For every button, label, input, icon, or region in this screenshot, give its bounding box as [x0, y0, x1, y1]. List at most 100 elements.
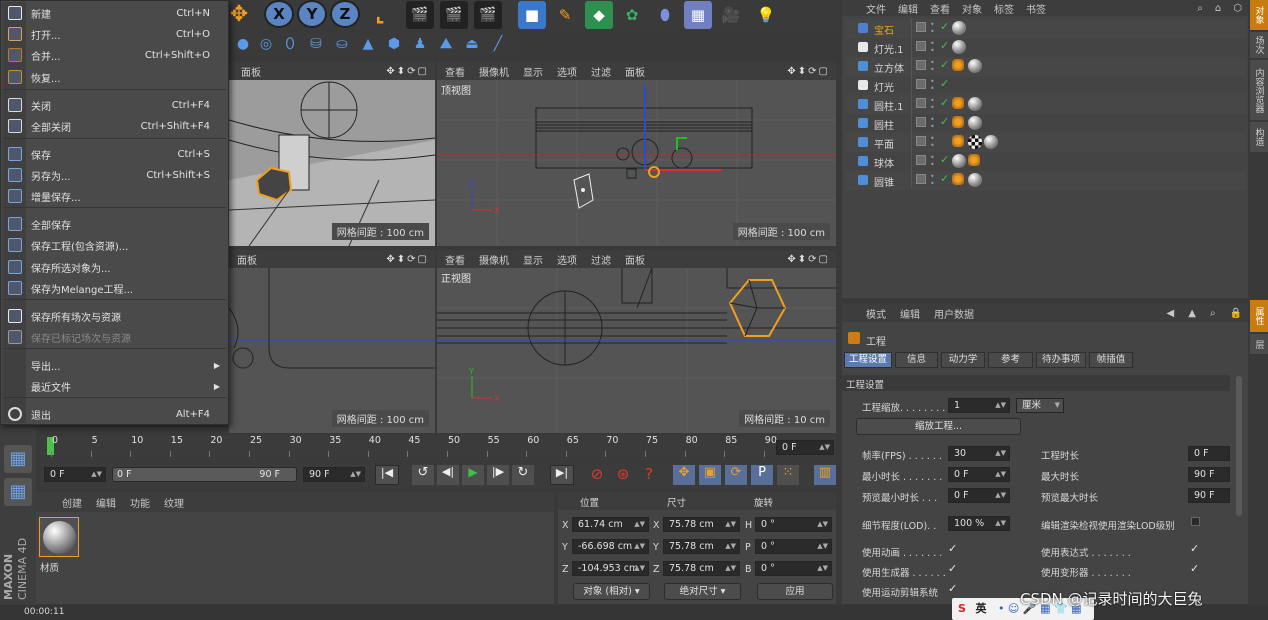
- menu-function[interactable]: 功能: [130, 495, 150, 510]
- size-mode-select[interactable]: 绝对尺寸 ▾: [664, 583, 741, 600]
- layer-toggle[interactable]: [916, 155, 926, 165]
- tab-layers[interactable]: 层: [1250, 334, 1268, 354]
- tab-info[interactable]: 信息: [895, 352, 938, 368]
- visibility-dots[interactable]: • •: [930, 135, 935, 150]
- tag-icon[interactable]: [952, 21, 966, 35]
- render-lod-checkbox[interactable]: [1191, 517, 1200, 526]
- visibility-dots[interactable]: • •: [930, 78, 935, 93]
- keyframe-help-icon[interactable]: ?: [638, 465, 660, 485]
- tab-dynamics[interactable]: 动力学: [941, 352, 985, 368]
- attribute-scrollbar[interactable]: [1236, 376, 1242, 516]
- key-rotate-icon[interactable]: ⟳: [725, 465, 747, 485]
- home-icon[interactable]: ⌂: [1215, 3, 1221, 14]
- display-menu[interactable]: 显示: [523, 64, 543, 79]
- viewport-perspective[interactable]: 面板 ✥⬍⟳▢ 网格间距 : 100 cm: [229, 62, 435, 246]
- tab-attributes[interactable]: 属性: [1250, 300, 1268, 332]
- tag-icon[interactable]: [952, 59, 964, 71]
- lod-field[interactable]: 100 % ▲▼: [948, 516, 1010, 531]
- panel-menu[interactable]: 面板: [625, 64, 645, 79]
- min-time-field[interactable]: 0 F ▲▼: [948, 467, 1010, 482]
- position-y-field[interactable]: -66.698 cm ▲▼: [572, 539, 649, 554]
- record-icon[interactable]: ⊘: [586, 465, 608, 485]
- menu-objects[interactable]: 对象: [962, 1, 982, 16]
- tag-icon[interactable]: [968, 154, 980, 166]
- tab-content-browser[interactable]: 内容浏览器: [1250, 60, 1268, 120]
- up-arrow-icon[interactable]: ▲: [1188, 308, 1196, 319]
- layer-toggle[interactable]: [916, 136, 926, 146]
- gem-primitive-icon[interactable]: ⬢: [380, 30, 408, 58]
- tag-icon[interactable]: [984, 135, 998, 149]
- object-row[interactable]: 立方体 • • ✓: [846, 57, 1246, 76]
- visibility-dots[interactable]: • •: [930, 173, 935, 188]
- menu-bookmarks[interactable]: 书签: [1026, 1, 1046, 16]
- filter-menu[interactable]: 过滤: [591, 64, 611, 79]
- panel-menu[interactable]: 面板: [237, 252, 257, 267]
- scale-project-button[interactable]: 缩放工程...: [856, 418, 1021, 435]
- viewport-front[interactable]: 查看 摄像机 显示 选项 过滤 面板 ✥⬍⟳▢ 正视图 Y X 网格间距 : 1…: [437, 250, 836, 433]
- menu-edit[interactable]: 编辑: [900, 306, 920, 321]
- visibility-dots[interactable]: • •: [930, 97, 935, 112]
- prev-key-icon[interactable]: ↺: [412, 465, 434, 485]
- viewport-top[interactable]: 查看 摄像机 显示 选项 过滤 面板 ✥⬍⟳▢ 顶视图 Z X 网格间距 : 1…: [437, 62, 836, 246]
- tab-objects[interactable]: 对象: [1250, 0, 1268, 30]
- tab-referencing[interactable]: 参考: [988, 352, 1033, 368]
- menu-item-save-all-takes[interactable]: 保存所有场次与资源: [1, 306, 228, 326]
- tab-scenes[interactable]: 场次: [1250, 32, 1268, 58]
- render-view-icon[interactable]: 🎬: [406, 1, 434, 29]
- display-menu[interactable]: 显示: [523, 252, 543, 267]
- timeline[interactable]: [40, 435, 836, 461]
- unit-select[interactable]: 厘米 ▼: [1016, 398, 1064, 413]
- layer-toggle[interactable]: [916, 22, 926, 32]
- object-row[interactable]: 圆柱 • • ✓: [846, 114, 1246, 133]
- enabled-check-icon[interactable]: ✓: [940, 58, 949, 71]
- next-key-icon[interactable]: ↻: [512, 465, 534, 485]
- coordinate-system-icon[interactable]: ⌞: [366, 0, 394, 28]
- enabled-check-icon[interactable]: ✓: [940, 20, 949, 33]
- axis-y-button[interactable]: Y: [297, 0, 327, 28]
- max-time-field[interactable]: 90 F: [1188, 467, 1230, 482]
- current-frame-field[interactable]: 0 F ▲▼: [776, 440, 834, 455]
- menu-item-save-melange-project[interactable]: 保存为Melange工程...: [1, 278, 228, 298]
- view-nav-icons[interactable]: ✥⬍⟳▢: [787, 66, 830, 77]
- menu-item-close[interactable]: 关闭 Ctrl+F4: [1, 95, 228, 115]
- motion-system-checkbox[interactable]: ✓: [948, 582, 957, 595]
- menu-item-save-selected-objects[interactable]: 保存所选对象为...: [1, 257, 228, 277]
- menu-item-open[interactable]: 打开... Ctrl+O: [1, 24, 228, 44]
- options-menu[interactable]: 选项: [557, 252, 577, 267]
- tag-icon[interactable]: [952, 154, 966, 168]
- object-row[interactable]: 平面 • •: [846, 133, 1246, 152]
- rotation-p-field[interactable]: 0 ° ▲▼: [755, 539, 832, 554]
- size-x-field[interactable]: 75.78 cm ▲▼: [663, 517, 740, 532]
- pen-spline-icon[interactable]: ✎: [551, 1, 579, 29]
- menu-item-close-all[interactable]: 全部关闭 Ctrl+Shift+F4: [1, 116, 228, 136]
- menu-item-save[interactable]: 保存 Ctrl+S: [1, 144, 228, 164]
- panel-menu[interactable]: 面板: [241, 64, 261, 79]
- camera-menu[interactable]: 摄像机: [479, 252, 509, 267]
- enabled-check-icon[interactable]: ✓: [940, 153, 949, 166]
- visibility-dots[interactable]: • •: [930, 59, 935, 74]
- menu-item-revert[interactable]: 恢复...: [1, 67, 228, 87]
- cloner-icon[interactable]: ✿: [618, 1, 646, 29]
- camera-icon[interactable]: 🎥: [717, 1, 745, 29]
- object-row[interactable]: 宝石 • • ✓: [846, 19, 1246, 38]
- rotation-h-field[interactable]: 0 ° ▲▼: [755, 517, 832, 532]
- menu-item-save-project-with-assets[interactable]: 保存工程(包含资源)...: [1, 235, 228, 255]
- layer-toggle[interactable]: [916, 117, 926, 127]
- key-param-icon[interactable]: P: [751, 465, 773, 485]
- tag-icon[interactable]: [952, 173, 964, 185]
- tab-frame-interpolation[interactable]: 帧插值: [1089, 352, 1133, 368]
- axis-z-button[interactable]: Z: [330, 0, 360, 28]
- menu-create[interactable]: 创建: [62, 495, 82, 510]
- goto-end-icon[interactable]: ▶|: [550, 465, 574, 485]
- camera-menu[interactable]: 摄像机: [479, 64, 509, 79]
- menu-item-export[interactable]: 导出... ▶: [1, 355, 228, 375]
- layer-toggle[interactable]: [916, 41, 926, 51]
- menu-view[interactable]: 查看: [930, 1, 950, 16]
- light-icon[interactable]: 💡: [752, 1, 780, 29]
- use-animation-checkbox[interactable]: ✓: [948, 542, 957, 555]
- ime-mode[interactable]: 英: [975, 602, 986, 615]
- tag-icon[interactable]: [968, 135, 982, 149]
- axis-x-button[interactable]: X: [264, 0, 294, 28]
- menu-item-recent-files[interactable]: 最近文件 ▶: [1, 376, 228, 396]
- lock-icon[interactable]: 🔒: [1230, 308, 1242, 319]
